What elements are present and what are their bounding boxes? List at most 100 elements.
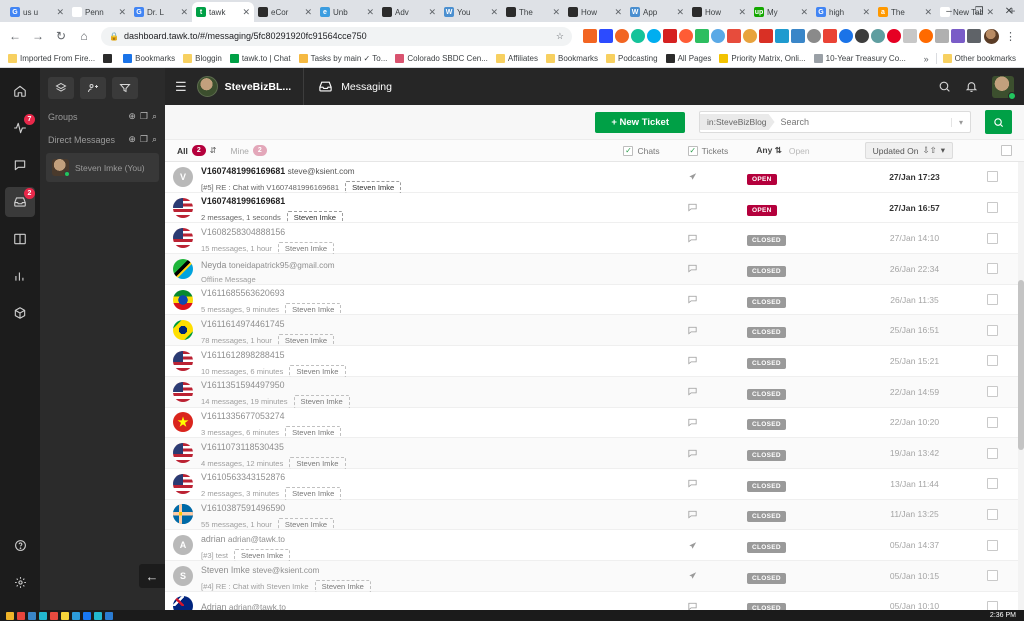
- sort-by-button[interactable]: Updated On ⇩⇧ ▾: [864, 142, 953, 159]
- adobe-extension[interactable]: [663, 29, 677, 43]
- taskbar-app-icon[interactable]: [94, 611, 102, 620]
- bookmark-item[interactable]: 10-Year Treasury Co...: [811, 54, 909, 63]
- back-button[interactable]: ←: [5, 26, 25, 46]
- conversation-row[interactable]: V1611351594497950 14 messages, 19 minutes…: [165, 376, 1024, 409]
- bell-icon[interactable]: [965, 80, 978, 93]
- row-checkbox[interactable]: [986, 416, 998, 428]
- chevron-down-icon[interactable]: ▾: [950, 117, 970, 127]
- row-checkbox[interactable]: [986, 171, 998, 183]
- sort-icon[interactable]: ⇵: [210, 146, 217, 155]
- kebab-menu-icon[interactable]: ⋮: [1002, 30, 1019, 43]
- search-icon[interactable]: ⌕: [152, 111, 157, 122]
- address-bar[interactable]: 🔒 dashboard.tawk.to/#/messaging/5fc80291…: [101, 26, 572, 46]
- rail-item-monitoring[interactable]: 7: [5, 113, 35, 143]
- row-checkbox[interactable]: [986, 600, 998, 610]
- select-all-checkbox[interactable]: [1001, 145, 1012, 156]
- filter-open-label[interactable]: Open: [789, 146, 810, 156]
- row-checkbox[interactable]: [986, 263, 998, 275]
- dark-extension[interactable]: [855, 29, 869, 43]
- close-icon[interactable]: ✕: [428, 7, 436, 17]
- feedly-extension[interactable]: [615, 29, 629, 43]
- home-button[interactable]: ⌂: [74, 26, 94, 46]
- close-icon[interactable]: ✕: [800, 7, 808, 17]
- evernote-extension[interactable]: [695, 29, 709, 43]
- bookmark-star-icon[interactable]: ☆: [556, 31, 564, 42]
- bookmark-item[interactable]: [100, 54, 118, 63]
- calendar-extension[interactable]: [823, 29, 837, 43]
- gmail-extension[interactable]: [759, 29, 773, 43]
- browser-tab[interactable]: Adv ✕: [378, 2, 440, 22]
- conversation-row[interactable]: V V1607481996169681 steve@ksient.com [#5] …: [165, 162, 1024, 195]
- list-scrollbar-thumb[interactable]: [1018, 280, 1024, 450]
- minimize-button[interactable]: –: [934, 0, 964, 22]
- close-icon[interactable]: ✕: [862, 7, 870, 17]
- bookmark-item[interactable]: Affiliates: [493, 54, 541, 63]
- browser-tab[interactable]: How ✕: [688, 2, 750, 22]
- conversation-row[interactable]: V1611073118530435 4 messages, 12 minutes S…: [165, 438, 1024, 471]
- search-icon[interactable]: ⌕: [152, 134, 157, 145]
- taskbar-app-icon[interactable]: [6, 611, 14, 620]
- browser-tab[interactable]: e Unb ✕: [316, 2, 378, 22]
- conversation-row[interactable]: V1611685563620693 5 messages, 9 minutes St…: [165, 284, 1024, 317]
- rail-item-apps[interactable]: [5, 298, 35, 328]
- hubspot-extension[interactable]: [679, 29, 693, 43]
- bookmarks-overflow-button[interactable]: »: [920, 54, 933, 64]
- close-button[interactable]: ✕: [994, 0, 1024, 22]
- taskbar-app-icon[interactable]: [61, 611, 69, 620]
- bookmark-item[interactable]: Bloggin: [180, 54, 225, 63]
- settings-extension[interactable]: [711, 29, 725, 43]
- bookmark-item[interactable]: Priority Matrix, Onli...: [716, 54, 808, 63]
- grammarly-extension[interactable]: [631, 29, 645, 43]
- todoist-extension[interactable]: [775, 29, 789, 43]
- help-icon[interactable]: [5, 530, 35, 560]
- image-extension[interactable]: [903, 29, 917, 43]
- row-checkbox[interactable]: [986, 386, 998, 398]
- conversation-row[interactable]: V1608258304888156 15 messages, 1 hour Stev…: [165, 223, 1024, 256]
- cloud-extension[interactable]: [807, 29, 821, 43]
- bookmark-item[interactable]: Imported From Fire...: [5, 54, 98, 63]
- conversation-row[interactable]: V1610387591496590 55 messages, 1 hour Stev…: [165, 499, 1024, 532]
- search-input[interactable]: [774, 117, 951, 127]
- conversation-row[interactable]: V1611612898288415 10 messages, 6 minutes S…: [165, 346, 1024, 379]
- browser-tab[interactable]: Ghigh ✕: [812, 2, 874, 22]
- pushbullet-extension[interactable]: [727, 29, 741, 43]
- ghostery-extension[interactable]: [647, 29, 661, 43]
- rail-item-home[interactable]: [5, 76, 35, 106]
- browser-tab[interactable]: W App ✕: [626, 2, 688, 22]
- close-icon[interactable]: ✕: [490, 7, 498, 17]
- bookmark-item[interactable]: Tasks by main ✓ To...: [296, 54, 391, 63]
- arrow-left-icon[interactable]: ←: [139, 564, 165, 588]
- filter-tab-mine[interactable]: Mine 2: [230, 144, 267, 157]
- rss-extension[interactable]: [583, 29, 597, 43]
- browser-tab[interactable]: eCor ✕: [254, 2, 316, 22]
- close-icon[interactable]: ✕: [924, 7, 932, 17]
- buffer-extension[interactable]: [599, 29, 613, 43]
- new-ticket-button[interactable]: + New Ticket: [595, 111, 685, 133]
- filter-icon[interactable]: [112, 77, 138, 99]
- print-extension[interactable]: [791, 29, 805, 43]
- filter-any-button[interactable]: Any ⇅: [756, 145, 782, 156]
- filter-checkbox-tickets[interactable]: ✓ Tickets: [687, 145, 728, 156]
- close-icon[interactable]: ✕: [304, 7, 312, 17]
- taskbar-app-icon[interactable]: [105, 611, 113, 620]
- conversation-row[interactable]: Neyda toneidapatrick95@gmail.com Offline …: [165, 254, 1024, 285]
- plus-circle-icon[interactable]: ⊕: [128, 134, 136, 145]
- puzzle-extension[interactable]: [967, 29, 981, 43]
- taskbar-app-icon[interactable]: [72, 611, 80, 620]
- rail-item-reports[interactable]: [5, 261, 35, 291]
- conversation-row[interactable]: V1610563343152876 2 messages, 3 minutes St…: [165, 468, 1024, 501]
- taskbar-app-icon[interactable]: [50, 611, 58, 620]
- editor-extension[interactable]: [743, 29, 757, 43]
- bookmark-item[interactable]: tawk.to | Chat: [227, 54, 294, 63]
- row-checkbox[interactable]: [986, 202, 998, 214]
- bookmark-item[interactable]: Bookmarks: [120, 54, 178, 63]
- browser-tab[interactable]: Gus u ✕: [6, 2, 68, 22]
- bookmark-item[interactable]: Bookmarks: [543, 54, 601, 63]
- browser-tab[interactable]: W You ✕: [440, 2, 502, 22]
- close-icon[interactable]: ✕: [118, 7, 126, 17]
- browser-tab[interactable]: W Penn ✕: [68, 2, 130, 22]
- browser-profile-avatar[interactable]: [984, 28, 999, 44]
- bookmark-item[interactable]: Colorado SBDC Cen...: [392, 54, 490, 63]
- workspace-selector[interactable]: SteveBizBL...: [196, 68, 305, 105]
- person-add-icon[interactable]: [80, 77, 106, 99]
